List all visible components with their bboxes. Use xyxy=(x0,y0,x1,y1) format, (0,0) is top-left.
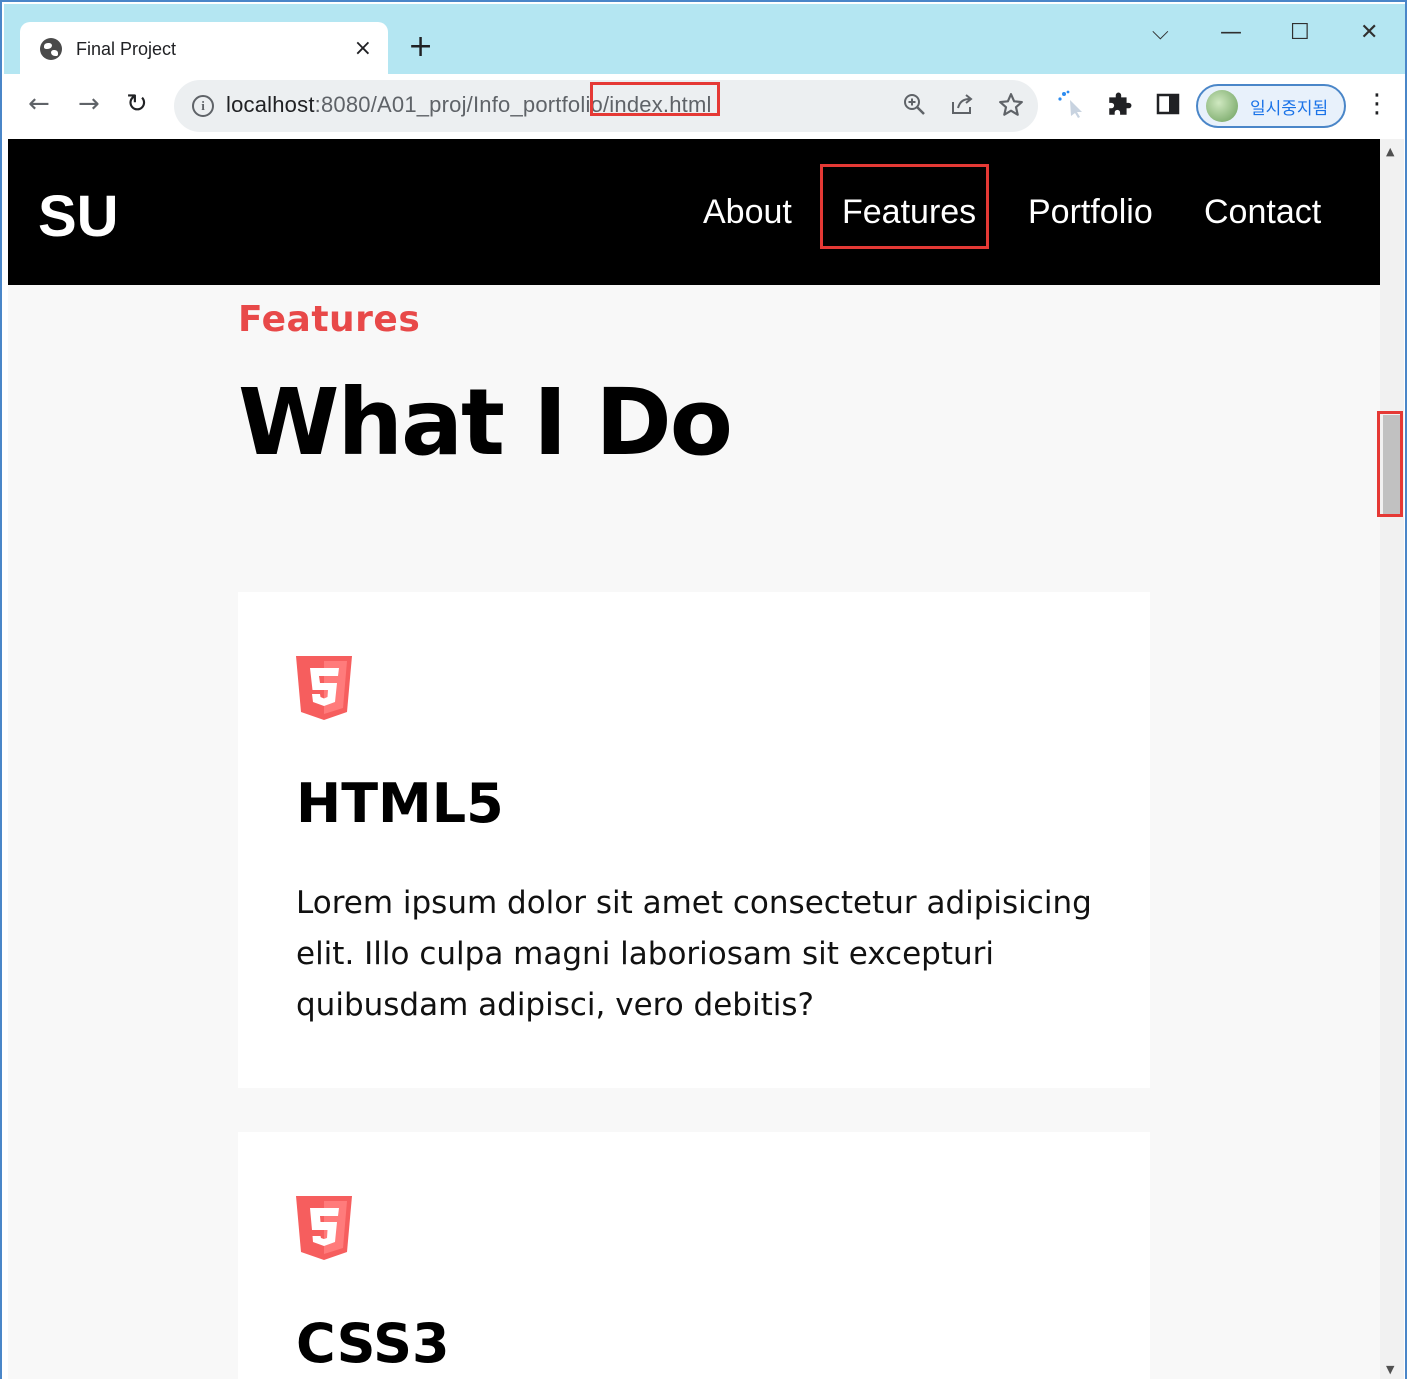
nav-link-about[interactable]: About xyxy=(703,193,792,232)
css3-icon xyxy=(296,1196,352,1260)
side-panel-icon[interactable] xyxy=(1156,92,1180,122)
page-scrollbar[interactable]: ▲ ▼ xyxy=(1377,139,1404,1379)
feature-card-css3: CSS3 xyxy=(238,1132,1150,1379)
profile-status-label: 일시중지됨 xyxy=(1250,98,1329,119)
feature-card-html5: HTML5 Lorem ipsum dolor sit amet consect… xyxy=(238,592,1150,1088)
address-bar[interactable]: i localhost:8080/A01_proj/Info_portfolio… xyxy=(174,80,1038,132)
minimize-icon[interactable]: — xyxy=(1220,20,1242,45)
zoom-icon[interactable] xyxy=(902,92,926,122)
tab-final-project[interactable]: Final Project × xyxy=(20,22,388,76)
bookmark-star-icon[interactable] xyxy=(998,92,1024,124)
profile-button[interactable]: 일시중지됨 xyxy=(1196,84,1346,128)
url-host: localhost xyxy=(226,92,315,117)
card-description: Lorem ipsum dolor sit amet consectetur a… xyxy=(296,885,1092,1023)
globe-icon xyxy=(40,38,62,60)
scrollbar-highlight-box xyxy=(1377,411,1403,517)
site-info-icon[interactable]: i xyxy=(192,95,214,117)
browser-menu-icon[interactable]: ⋮ xyxy=(1364,88,1390,120)
scroll-down-icon[interactable]: ▼ xyxy=(1386,1363,1394,1376)
tab-strip: Final Project × + ⌵ — ☐ ✕ xyxy=(4,4,1405,76)
new-tab-icon[interactable]: + xyxy=(408,32,433,62)
reload-icon[interactable]: ↻ xyxy=(126,88,148,120)
cursor-extension-icon[interactable] xyxy=(1058,90,1086,124)
scroll-up-icon[interactable]: ▲ xyxy=(1386,145,1394,158)
url-highlight-box xyxy=(590,82,720,116)
close-window-icon[interactable]: ✕ xyxy=(1360,20,1378,45)
site-logo[interactable]: SU xyxy=(38,183,119,250)
tab-title: Final Project xyxy=(76,38,177,59)
html5-icon xyxy=(296,656,352,720)
avatar xyxy=(1206,90,1238,122)
browser-window: Final Project × + ⌵ — ☐ ✕ ← → ↻ i localh… xyxy=(0,0,1407,1379)
page-viewport: SU About Features Portfolio Contact Feat… xyxy=(8,139,1380,1379)
browser-toolbar: ← → ↻ i localhost:8080/A01_proj/Info_por… xyxy=(4,74,1405,138)
nav-highlight-box xyxy=(820,164,989,249)
card-title: HTML5 xyxy=(296,772,504,835)
site-header: SU About Features Portfolio Contact xyxy=(8,139,1380,285)
maximize-icon[interactable]: ☐ xyxy=(1290,20,1310,45)
tab-search-icon[interactable]: ⌵ xyxy=(1152,20,1169,45)
nav-link-contact[interactable]: Contact xyxy=(1204,193,1321,232)
nav-link-portfolio[interactable]: Portfolio xyxy=(1028,193,1153,232)
tab-close-icon[interactable]: × xyxy=(354,36,372,61)
section-title: What I Do xyxy=(238,369,733,476)
forward-icon[interactable]: → xyxy=(78,88,100,120)
share-icon[interactable] xyxy=(950,92,976,122)
extensions-puzzle-icon[interactable] xyxy=(1106,92,1132,124)
back-icon[interactable]: ← xyxy=(28,88,50,120)
card-title: CSS3 xyxy=(296,1312,450,1375)
section-eyebrow: Features xyxy=(238,299,421,340)
